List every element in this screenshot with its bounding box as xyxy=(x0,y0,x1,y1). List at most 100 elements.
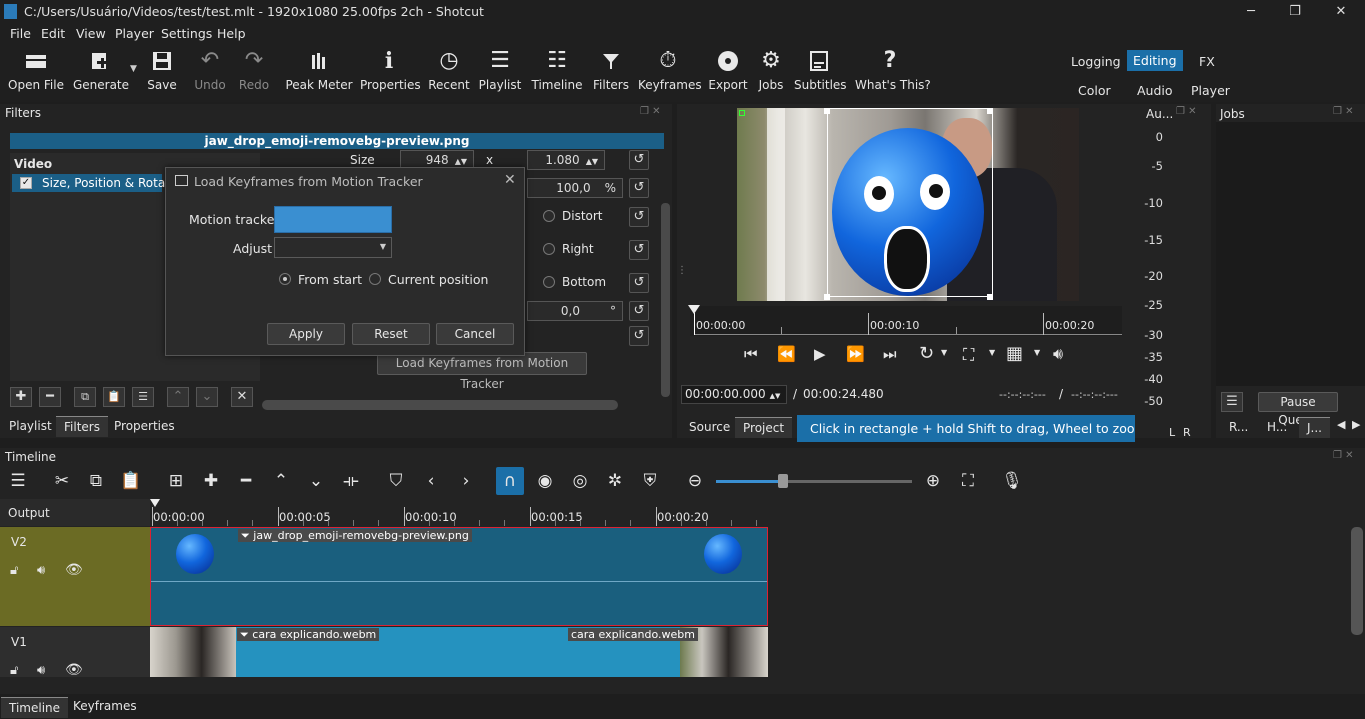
loop-icon[interactable]: ↻ xyxy=(919,343,934,364)
distort-reset-icon[interactable]: ↺ xyxy=(629,207,649,227)
layout-player-button[interactable]: Player xyxy=(1185,81,1236,100)
apply-button[interactable]: Apply xyxy=(267,323,345,345)
filters-horizontal-scrollbar[interactable] xyxy=(262,400,618,410)
layout-editing-button[interactable]: Editing xyxy=(1127,50,1183,71)
tabs-scroll-left-icon[interactable]: ◀ xyxy=(1337,418,1345,431)
timecode-field[interactable]: 00:00:00.000 ▲▼ xyxy=(681,385,787,404)
paste-filter-button[interactable]: 📋 xyxy=(103,387,125,407)
timeline-menu-icon[interactable]: ☰ xyxy=(4,467,32,495)
timeline-dock-icons[interactable]: ❐ ✕ xyxy=(1333,450,1354,461)
copy-filter-button[interactable]: ⧉ xyxy=(74,387,96,407)
tab-properties[interactable]: Properties xyxy=(106,416,183,436)
undo-button[interactable]: ↶ Undo xyxy=(190,44,230,102)
paste-icon[interactable]: 📋 xyxy=(117,467,145,495)
marker-icon[interactable]: ⛉ xyxy=(382,467,410,495)
timeline-playhead-marker[interactable] xyxy=(150,499,160,507)
reset-button[interactable]: Reset xyxy=(352,323,430,345)
move-filter-up-button[interactable]: ⌃ xyxy=(167,387,189,407)
subtitles-button[interactable]: Subtitles xyxy=(794,44,847,102)
mute-icon[interactable]: 🔊︎ xyxy=(37,563,45,578)
filters-vertical-scrollbar[interactable] xyxy=(661,203,670,397)
align-reset-icon[interactable]: ↺ xyxy=(629,240,649,260)
ripple-icon[interactable]: ◎ xyxy=(566,467,594,495)
recent-button[interactable]: ◷ Recent xyxy=(428,44,470,102)
cut-icon[interactable]: ✂ xyxy=(48,467,76,495)
lock-icon[interactable]: 🔓︎ xyxy=(10,663,18,678)
cancel-button[interactable]: Cancel xyxy=(436,323,514,345)
jobs-button[interactable]: ⚙ Jobs xyxy=(754,44,788,102)
zoom-field[interactable]: 100,0% xyxy=(527,178,623,198)
whats-this-button[interactable]: ? What's This? xyxy=(855,44,931,102)
open-file-button[interactable]: Open File xyxy=(8,44,64,102)
minimize-button[interactable]: ─ xyxy=(1236,2,1266,22)
zoom-out-icon[interactable]: ⊖ xyxy=(681,467,709,495)
skip-next-icon[interactable]: ⏭ xyxy=(883,345,897,363)
menu-help[interactable]: Help xyxy=(217,26,246,41)
handle-bottom-right[interactable] xyxy=(987,294,993,300)
from-start-radio[interactable] xyxy=(279,273,291,285)
distort-radio[interactable] xyxy=(543,210,555,222)
jobs-menu-button[interactable]: ☰ xyxy=(1221,392,1243,412)
size-height-field[interactable]: 1.080 ▲▼ xyxy=(527,150,605,170)
pause-queue-button[interactable]: Pause Queue xyxy=(1258,392,1338,427)
dialog-close-icon[interactable]: ✕ xyxy=(504,172,516,188)
video-preview[interactable] xyxy=(737,108,1079,301)
lift-up-icon[interactable]: ⌃ xyxy=(267,467,295,495)
v1-clip[interactable]: ⏷ cara explicando.webm cara explicando.w… xyxy=(150,627,768,677)
properties-button[interactable]: i Properties xyxy=(360,44,421,102)
tab-recent[interactable]: R... xyxy=(1221,417,1256,437)
jobs-dock-icons[interactable]: ❐ ✕ xyxy=(1333,106,1354,117)
loop-dropdown-icon[interactable]: ▼ xyxy=(941,348,947,357)
grid-icon[interactable]: ▦ xyxy=(1006,343,1023,364)
redo-button[interactable]: ↷ Redo xyxy=(234,44,274,102)
size-reset-icon[interactable]: ↺ xyxy=(629,150,649,170)
copy-icon[interactable]: ⧉ xyxy=(82,467,110,495)
lift-icon[interactable]: ━ xyxy=(232,467,260,495)
volume-icon[interactable]: 🔊︎ xyxy=(1053,344,1063,364)
tab-keyframes[interactable]: Keyframes xyxy=(65,696,145,716)
tab-history[interactable]: H... xyxy=(1259,417,1295,437)
filter-item-size-position-rotate[interactable]: ✓ Size, Position & Rotate xyxy=(12,174,177,192)
zoom-slider-handle[interactable] xyxy=(778,474,788,488)
microphone-icon[interactable]: 🎙︎ xyxy=(998,467,1026,495)
menu-player[interactable]: Player xyxy=(115,26,154,41)
playlist-button[interactable]: ☰ Playlist xyxy=(478,44,522,102)
previous-marker-icon[interactable]: ‹ xyxy=(417,467,445,495)
v2-clip[interactable]: ⏷ jaw_drop_emoji-removebg-preview.png xyxy=(150,527,768,626)
rotation-reset-icon[interactable]: ↺ xyxy=(629,301,649,321)
ripple-delete-icon[interactable]: ✚ xyxy=(197,467,225,495)
layout-logging-button[interactable]: Logging xyxy=(1065,52,1127,71)
mute-icon[interactable]: 🔊︎ xyxy=(37,663,45,678)
tab-jobs[interactable]: J... xyxy=(1299,417,1330,438)
filters-dock-icons[interactable]: ❐ ✕ xyxy=(640,106,661,117)
save-button[interactable]: Save xyxy=(143,44,181,102)
tab-filters[interactable]: Filters xyxy=(56,416,108,437)
peak-meter-button[interactable]: Peak Meter xyxy=(285,44,353,102)
overwrite-icon[interactable]: ⌄ xyxy=(302,467,330,495)
zoom-dropdown-icon[interactable]: ▼ xyxy=(989,348,995,357)
ripple-markers-icon[interactable]: ⛨ xyxy=(636,467,664,495)
close-button[interactable]: ✕ xyxy=(1326,2,1356,22)
track-head-v2[interactable]: V2 🔓︎ 🔊︎ 👁︎ xyxy=(0,527,150,626)
handle-top-left[interactable] xyxy=(824,108,830,114)
adjust-combobox[interactable]: ▼ xyxy=(274,237,392,258)
filter-sets-button[interactable]: ☰ xyxy=(132,387,154,407)
hide-icon[interactable]: 👁︎ xyxy=(65,662,83,678)
snap-icon[interactable]: ∩ xyxy=(496,467,524,495)
align-bottom-radio[interactable] xyxy=(543,276,555,288)
scale-reset-icon[interactable]: ↺ xyxy=(629,326,649,346)
layout-fx-button[interactable]: FX xyxy=(1193,52,1221,71)
remove-filter-button[interactable]: ━ xyxy=(39,387,61,407)
ripple-all-icon[interactable]: ✲ xyxy=(601,467,629,495)
play-icon[interactable]: ▶ xyxy=(814,345,826,363)
split-icon[interactable]: ⟛ xyxy=(337,467,365,495)
menu-file[interactable]: File xyxy=(10,26,31,41)
audio-dock-icons[interactable]: ❐ ✕ xyxy=(1176,106,1197,117)
track-head-v1[interactable]: V1 🔓︎ 🔊︎ 👁︎ xyxy=(0,627,150,678)
restore-button[interactable]: ❐ xyxy=(1280,2,1310,22)
handle-bottom-left[interactable] xyxy=(824,294,830,300)
zoom-fit-icon[interactable]: ⛶ xyxy=(963,345,974,365)
keyframes-button[interactable]: ⏱ Keyframes xyxy=(638,44,702,102)
motion-tracker-combobox[interactable] xyxy=(274,206,392,233)
hide-icon[interactable]: 👁︎ xyxy=(65,562,83,578)
